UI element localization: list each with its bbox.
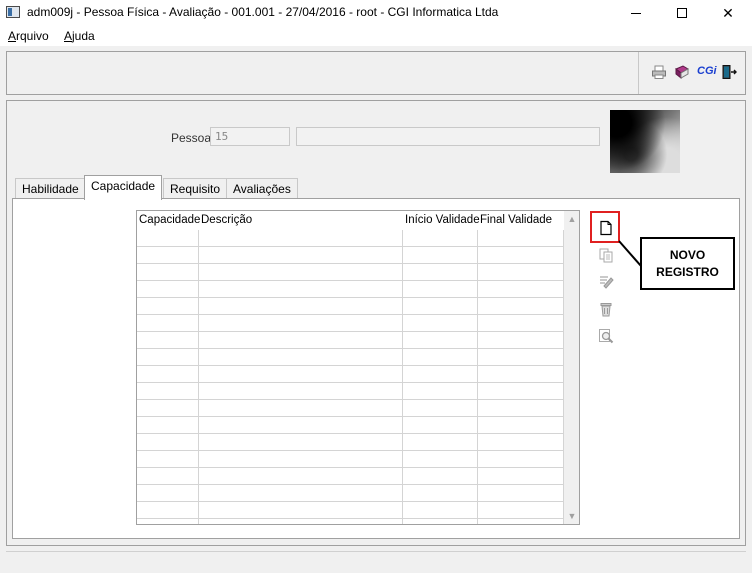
callout-line-2: REGISTRO xyxy=(656,264,719,279)
pessoa-label: Pessoa: xyxy=(171,131,215,145)
exit-door-icon[interactable] xyxy=(721,64,737,80)
close-icon: ✕ xyxy=(722,4,734,21)
printer-icon[interactable] xyxy=(651,64,667,80)
maximize-button[interactable] xyxy=(659,0,705,26)
tab-requisito[interactable]: Requisito xyxy=(163,178,228,199)
toolbar-actions: CGi xyxy=(638,52,746,94)
tab-capacidade[interactable]: Capacidade xyxy=(84,175,162,200)
column-header-final-validade[interactable]: Final Validade xyxy=(480,214,552,226)
edit-button[interactable] xyxy=(597,272,615,290)
pessoa-code-field[interactable]: 15 xyxy=(210,127,290,146)
menu-bar: Arquivo Ajuda xyxy=(0,26,752,46)
minimize-button[interactable] xyxy=(613,0,659,26)
column-divider xyxy=(477,230,478,524)
toolbar: CGi xyxy=(6,51,746,95)
app-icon[interactable] xyxy=(6,6,20,18)
person-photo xyxy=(610,110,680,173)
window-title: adm009j - Pessoa Física - Avaliação - 00… xyxy=(27,5,499,19)
menu-ajuda[interactable]: Ajuda xyxy=(64,29,95,43)
edit-icon xyxy=(600,276,614,289)
delete-icon xyxy=(600,303,612,317)
menu-arquivo[interactable]: Arquivo xyxy=(8,29,49,43)
table-row xyxy=(137,331,563,332)
table-row xyxy=(137,467,563,468)
copy-icon xyxy=(599,248,613,263)
column-header-inicio-validade[interactable]: Início Validade xyxy=(405,214,480,226)
table-row xyxy=(137,399,563,400)
table-scrollbar[interactable]: ▲ ▼ xyxy=(564,211,579,524)
pessoa-name-field[interactable] xyxy=(296,127,600,146)
table-row xyxy=(137,501,563,502)
status-bar xyxy=(6,551,746,569)
callout-line-1: NOVO xyxy=(669,247,706,262)
table-row xyxy=(137,433,563,434)
table-row xyxy=(137,263,563,264)
book-icon[interactable] xyxy=(674,64,690,80)
title-bar: adm009j - Pessoa Física - Avaliação - 00… xyxy=(0,0,752,26)
search-button[interactable] xyxy=(597,327,615,345)
table-row xyxy=(137,484,563,485)
column-header-descricao[interactable]: Descrição xyxy=(201,214,252,226)
table-row xyxy=(137,314,563,315)
table-row xyxy=(137,365,563,366)
delete-button[interactable] xyxy=(597,300,615,318)
close-button[interactable]: ✕ xyxy=(705,0,751,26)
copy-button[interactable] xyxy=(597,246,615,264)
minimize-icon xyxy=(631,12,641,14)
table-row xyxy=(137,348,563,349)
scroll-down-icon[interactable]: ▼ xyxy=(564,508,579,524)
tab-habilidade[interactable]: Habilidade xyxy=(15,178,86,199)
scroll-up-icon[interactable]: ▲ xyxy=(564,211,579,227)
column-divider xyxy=(402,230,403,524)
callout-connector xyxy=(618,240,642,267)
search-icon xyxy=(599,329,614,344)
table-row xyxy=(137,246,563,247)
novo-registro-callout: NOVO REGISTRO xyxy=(640,237,735,290)
column-divider xyxy=(198,230,199,524)
column-header-capacidade[interactable]: Capacidade xyxy=(139,214,200,226)
new-record-highlight xyxy=(590,211,620,243)
maximize-icon xyxy=(677,8,687,18)
cgi-logo-icon[interactable]: CGi xyxy=(697,65,717,81)
capacidade-table[interactable]: Capacidade Descrição Início Validade Fin… xyxy=(136,210,580,525)
table-row xyxy=(137,518,563,519)
table-row xyxy=(137,297,563,298)
table-row xyxy=(137,382,563,383)
tab-avaliacoes[interactable]: Avaliações xyxy=(226,178,298,199)
table-row xyxy=(137,416,563,417)
table-header: Capacidade Descrição Início Validade Fin… xyxy=(137,211,563,230)
table-row xyxy=(137,450,563,451)
table-row xyxy=(137,280,563,281)
